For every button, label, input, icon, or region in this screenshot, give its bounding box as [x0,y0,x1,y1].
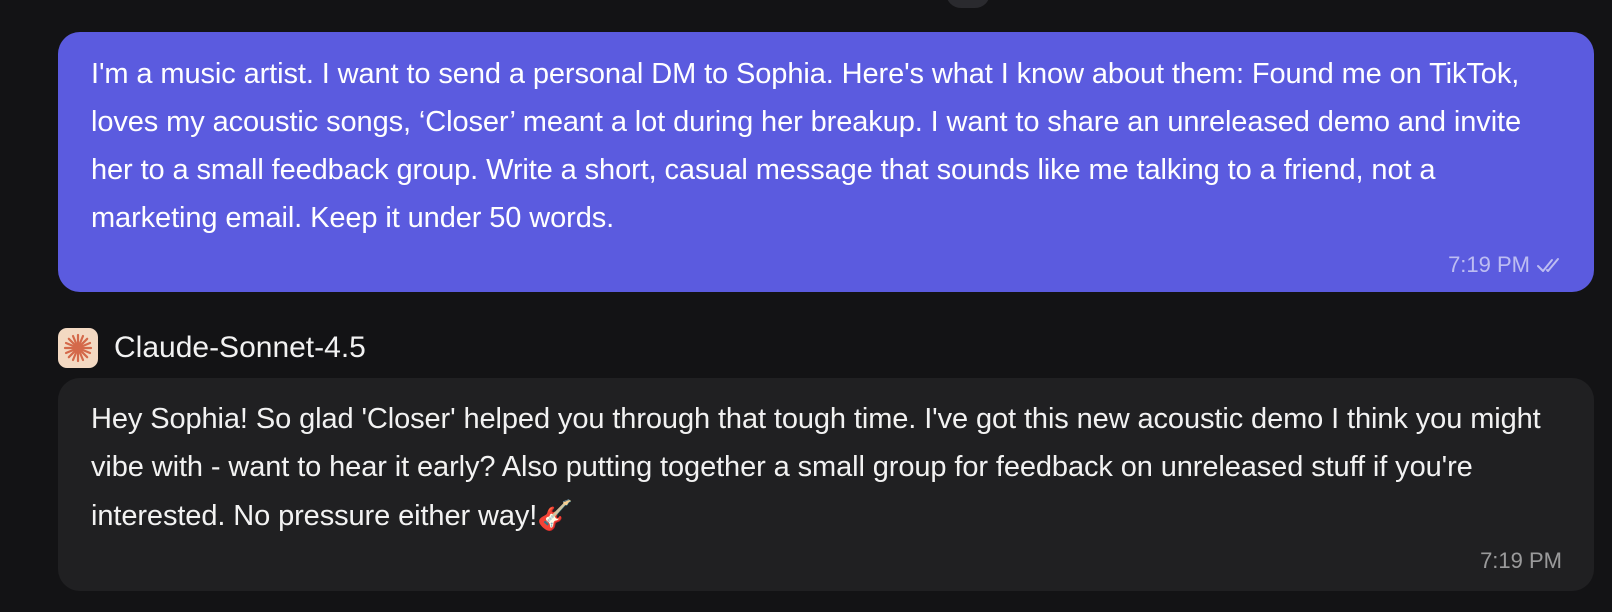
bot-message-bubble: Hey Sophia! So glad 'Closer' helped you … [58,378,1594,591]
chat-thread: I'm a music artist. I want to send a per… [0,0,1612,612]
scroll-up-button[interactable] [946,0,990,8]
bot-message-time: 7:19 PM [1480,548,1562,573]
user-message-meta: 7:19 PM [1448,252,1562,278]
bot-name[interactable]: Claude-Sonnet-4.5 [114,331,366,365]
bot-header: Claude-Sonnet-4.5 [58,328,366,368]
bot-message-text: Hey Sophia! So glad 'Closer' helped you … [91,395,1562,540]
user-message-bubble: I'm a music artist. I want to send a per… [58,32,1594,292]
claude-starburst-icon [63,333,93,363]
double-check-icon [1537,258,1559,272]
avatar[interactable] [58,328,98,368]
user-message-time: 7:19 PM [1448,252,1530,277]
guitar-emoji: 🎸 [537,498,574,532]
bot-message-body: Hey Sophia! So glad 'Closer' helped you … [91,403,1541,532]
user-message-text: I'm a music artist. I want to send a per… [91,58,1522,234]
